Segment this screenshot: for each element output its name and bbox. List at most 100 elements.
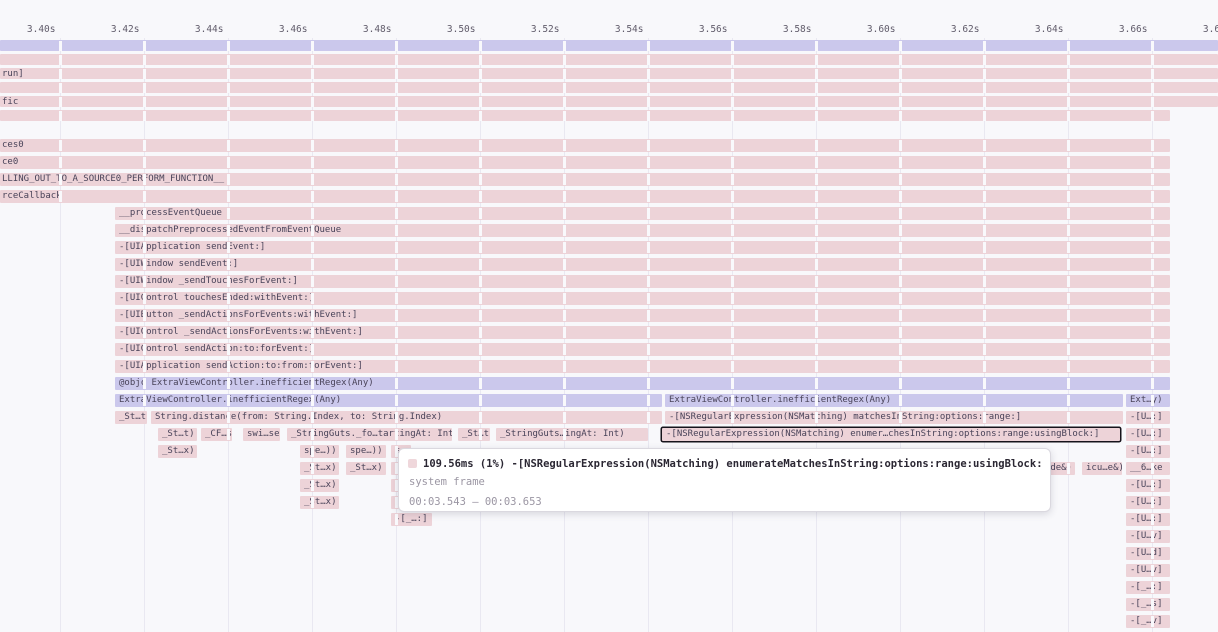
- grid-tick: [563, 174, 566, 186]
- flame-bar[interactable]: -[U…:]: [1126, 411, 1170, 424]
- flame-bar[interactable]: -[U…:]: [1126, 445, 1170, 458]
- flame-bar[interactable]: -[U…v]: [1126, 530, 1170, 543]
- grid-tick: [731, 259, 734, 271]
- flame-bar[interactable]: @objc ExtraViewController.inefficientReg…: [115, 377, 1170, 390]
- grid-tick: [815, 55, 818, 65]
- flame-bar[interactable]: ce0: [0, 156, 1170, 169]
- grid-tick: [395, 55, 398, 65]
- grid-tick: [731, 293, 734, 305]
- flame-bar[interactable]: spe…)): [346, 445, 386, 458]
- flame-bar[interactable]: -[UIControl touchesEnded:withEvent:]: [115, 292, 1170, 305]
- grid-tick: [143, 344, 146, 356]
- flame-bar[interactable]: fic: [0, 96, 1218, 107]
- flame-bar[interactable]: swi…se: [243, 428, 280, 441]
- grid-tick: [899, 111, 902, 121]
- flame-bar[interactable]: -[UIApplication sendEvent:]: [115, 241, 1170, 254]
- flame-bar[interactable]: rceCallback: [0, 190, 1170, 203]
- flame-bar[interactable]: -[NSRegularExpression(NSMatching) matche…: [665, 411, 1123, 424]
- grid-tick: [983, 174, 986, 186]
- flame-bar[interactable]: -[U…:]: [1126, 479, 1170, 492]
- grid-tick: [311, 259, 314, 271]
- flame-bar[interactable]: _St…t): [158, 428, 197, 441]
- tooltip-frame-kind: system frame: [409, 476, 485, 488]
- flame-bar[interactable]: -[UIWindow sendEvent:]: [115, 258, 1170, 271]
- flame-bar[interactable]: -[U…:]: [1126, 513, 1170, 526]
- grid-tick: [563, 327, 566, 339]
- grid-tick: [1151, 344, 1154, 356]
- flame-bar[interactable]: -[UIButton _sendActionsForEvents:withEve…: [115, 309, 1170, 322]
- grid-tick: [983, 259, 986, 271]
- flame-bar[interactable]: -[UIControl sendAction:to:forEvent:]: [115, 343, 1170, 356]
- flame-bar[interactable]: -[U…:]: [1126, 496, 1170, 509]
- grid-tick: [899, 327, 902, 339]
- flame-bar[interactable]: __dispatchPreprocessedEventFromEventQueu…: [115, 224, 1170, 237]
- grid-tick: [479, 83, 482, 93]
- flame-bar[interactable]: -[UIApplication sendAction:to:from:forEv…: [115, 360, 1170, 373]
- grid-tick: [731, 111, 734, 121]
- grid-tick: [731, 378, 734, 390]
- grid-tick: [479, 208, 482, 220]
- flame-bar[interactable]: __processEventQueue: [115, 207, 1170, 220]
- flame-bar[interactable]: [0, 110, 1170, 121]
- grid-tick: [143, 395, 146, 407]
- flame-bar[interactable]: __6…ke: [1126, 462, 1170, 475]
- grid-tick: [311, 293, 314, 305]
- flame-bar[interactable]: -[_…v]: [1126, 615, 1170, 628]
- flame-bar[interactable]: _St…t): [115, 411, 147, 424]
- grid-tick: [815, 310, 818, 322]
- grid-tick: [1151, 548, 1154, 560]
- flame-bar[interactable]: _StringGuts…ingAt: Int): [496, 428, 648, 441]
- grid-tick: [1151, 157, 1154, 169]
- flame-bar[interactable]: -[U…d]: [1126, 547, 1170, 560]
- grid-tick: [983, 140, 986, 152]
- grid-tick: [1067, 208, 1070, 220]
- flame-bar[interactable]: [0, 40, 1218, 51]
- flame-bar[interactable]: _St…x): [300, 496, 339, 509]
- flame-bar[interactable]: spe…)): [300, 445, 339, 458]
- flame-bar[interactable]: Ext…y): [1126, 394, 1170, 407]
- grid-tick: [731, 208, 734, 220]
- flame-bar[interactable]: LLING_OUT_TO_A_SOURCE0_PERFORM_FUNCTION_…: [0, 173, 1170, 186]
- flame-bar[interactable]: _St…x): [158, 445, 197, 458]
- grid-tick: [983, 378, 986, 390]
- grid-tick: [1067, 378, 1070, 390]
- flame-bar[interactable]: -[_…s]: [1126, 598, 1170, 611]
- flame-bar[interactable]: [0, 54, 1218, 65]
- gridline: [60, 38, 61, 632]
- flame-bar[interactable]: [0, 82, 1218, 93]
- grid-tick: [311, 69, 314, 79]
- grid-tick: [731, 412, 734, 424]
- flame-bar[interactable]: run]: [0, 68, 1218, 79]
- grid-tick: [899, 69, 902, 79]
- grid-tick: [1151, 225, 1154, 237]
- flame-bar[interactable]: -[UIWindow _sendTouchesForEvent:]: [115, 275, 1170, 288]
- grid-tick: [647, 83, 650, 93]
- flame-bar[interactable]: ExtraViewController.inefficientRegex(Any…: [115, 394, 662, 407]
- grid-tick: [731, 361, 734, 373]
- flame-bar[interactable]: -[_…:]: [1126, 581, 1170, 594]
- grid-tick: [899, 242, 902, 254]
- grid-tick: [311, 111, 314, 121]
- flame-bar[interactable]: _St…t): [458, 428, 490, 441]
- flame-bar-selected[interactable]: -[NSRegularExpression(NSMatching) enumer…: [662, 428, 1120, 441]
- grid-tick: [815, 140, 818, 152]
- flame-bar[interactable]: icu…e&): [1082, 462, 1122, 475]
- flame-bar[interactable]: _St…x): [300, 479, 339, 492]
- flame-bar[interactable]: ces0: [0, 139, 1170, 152]
- grid-tick: [647, 191, 650, 203]
- flame-bar[interactable]: ExtraViewController.inefficientRegex(Any…: [665, 394, 1123, 407]
- grid-tick: [731, 395, 734, 407]
- grid-tick: [311, 157, 314, 169]
- flame-bar[interactable]: -[U…:]: [1126, 428, 1170, 441]
- grid-tick: [59, 69, 62, 79]
- flame-bar[interactable]: _St…x): [346, 462, 386, 475]
- grid-tick: [1151, 242, 1154, 254]
- flame-bar[interactable]: _St…x): [300, 462, 339, 475]
- flame-bar[interactable]: -[UIControl _sendActionsForEvents:withEv…: [115, 326, 1170, 339]
- grid-tick: [563, 242, 566, 254]
- tooltip-time-range: 00:03.543 — 00:03.653: [409, 496, 542, 508]
- grid-tick: [1067, 83, 1070, 93]
- grid-tick: [815, 361, 818, 373]
- flame-bar[interactable]: -[U…v]: [1126, 564, 1170, 577]
- grid-tick: [395, 310, 398, 322]
